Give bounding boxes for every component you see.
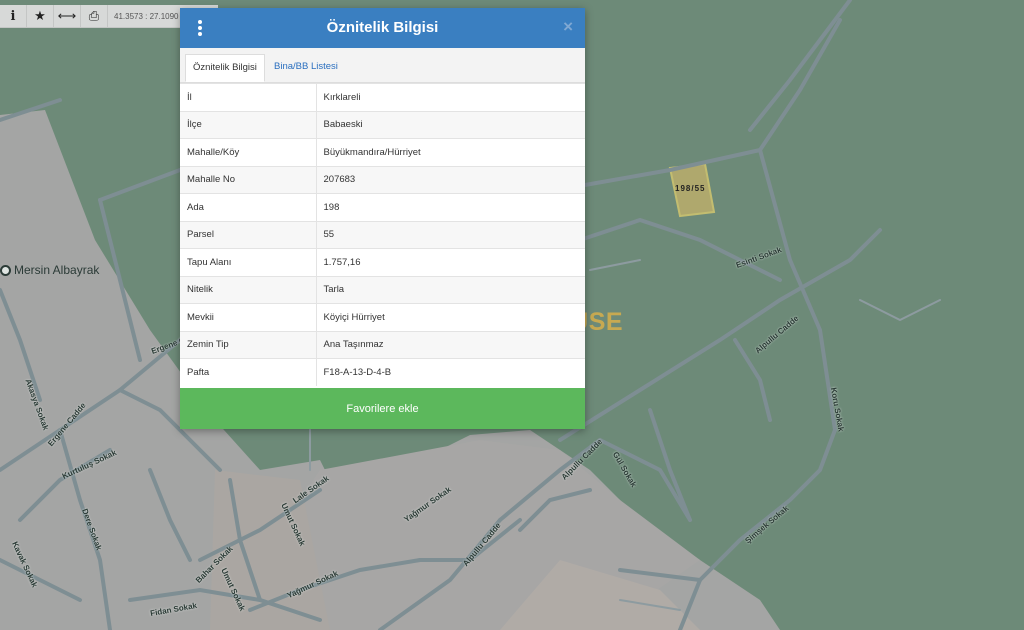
dialog-header: Öznitelik Bilgisi × <box>180 8 585 48</box>
table-row: Ada 198 <box>180 193 585 221</box>
dialog-tabs: Öznitelik Bilgisi Bina/BB Listesi <box>180 48 585 83</box>
table-row: Zemin Tip Ana Taşınmaz <box>180 330 585 359</box>
tab-building-list[interactable]: Bina/BB Listesi <box>267 54 345 82</box>
info-icon[interactable]: i <box>0 5 27 27</box>
table-row: Parsel 55 <box>180 220 585 249</box>
table-row: İlçe Babaeski <box>180 110 585 139</box>
table-row: Pafta F18-A-13-D-4-B <box>180 358 585 386</box>
attribute-value: Kırklareli <box>316 83 585 111</box>
attribute-key: Mahalle/Köy <box>180 138 317 166</box>
attribute-key: Mevkii <box>180 303 317 331</box>
dialog-title: Öznitelik Bilgisi <box>326 19 439 36</box>
parcel-label: 198/55 <box>675 184 706 193</box>
attribute-key: Tapu Alanı <box>180 248 317 276</box>
attribute-value: Tarla <box>316 275 585 304</box>
attribute-table: İl Kırklareli İlçe Babaeski Mahalle/Köy Büyük… <box>180 83 585 386</box>
attribute-value: 207683 <box>316 165 585 194</box>
attribute-value: F18-A-13-D-4-B <box>316 358 585 386</box>
attribute-value: 198 <box>316 193 585 221</box>
location-pin-icon <box>0 264 11 276</box>
coordinate-readout: 41.3573 : 27.1090 <box>114 11 179 21</box>
attribute-value: 55 <box>316 220 585 249</box>
place-name: Mersin Albayrak <box>14 263 100 277</box>
attribute-key: Parsel <box>180 220 317 249</box>
attribute-key: Zemin Tip <box>180 330 317 359</box>
table-row: Mahalle/Köy Büyükmandıra/Hürriyet <box>180 138 585 166</box>
tab-attribute-info[interactable]: Öznitelik Bilgisi <box>185 54 265 82</box>
attribute-value: Köyiçi Hürriyet <box>316 303 585 331</box>
add-to-favorites-button[interactable]: Favorilere ekle <box>180 388 585 429</box>
attribute-value: Ana Taşınmaz <box>316 330 585 359</box>
table-row: Mahalle No 207683 <box>180 165 585 194</box>
attribute-key: İl <box>180 83 317 111</box>
attribute-key: Nitelik <box>180 275 317 304</box>
place-marker[interactable]: Mersin Albayrak <box>0 263 99 277</box>
attribute-value: Büyükmandıra/Hürriyet <box>316 138 585 166</box>
attribute-value: Babaeski <box>316 110 585 139</box>
star-icon[interactable]: ★ <box>27 5 54 27</box>
table-row: Nitelik Tarla <box>180 275 585 304</box>
table-row: İl Kırklareli <box>180 83 585 111</box>
measure-icon[interactable]: ⟷ <box>54 5 81 27</box>
table-row: Tapu Alanı 1.757,16 <box>180 248 585 276</box>
attribute-dialog: Öznitelik Bilgisi × Öznitelik Bilgisi Bi… <box>180 8 585 429</box>
attribute-key: Pafta <box>180 358 317 386</box>
attribute-key: Ada <box>180 193 317 221</box>
close-icon[interactable]: × <box>563 17 573 37</box>
print-icon[interactable]: ⎙ <box>81 5 108 27</box>
attribute-key: Mahalle No <box>180 165 317 194</box>
attribute-value: 1.757,16 <box>316 248 585 276</box>
attribute-key: İlçe <box>180 110 317 139</box>
table-row: Mevkii Köyiçi Hürriyet <box>180 303 585 331</box>
